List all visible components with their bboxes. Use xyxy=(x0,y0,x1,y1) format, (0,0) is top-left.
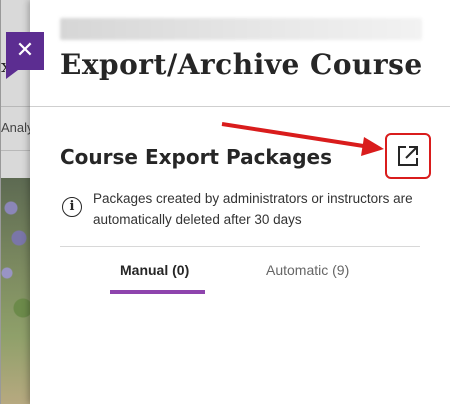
blurred-header-text xyxy=(60,18,422,40)
active-tab-indicator xyxy=(110,290,205,294)
info-icon: i xyxy=(62,197,82,217)
tab-automatic[interactable]: Automatic (9) xyxy=(266,262,349,278)
section-title: Course Export Packages xyxy=(60,145,333,169)
export-package-button[interactable] xyxy=(385,133,431,179)
export-archive-panel: Export/Archive Course Course Export Pack… xyxy=(30,0,450,404)
info-message: Packages created by administrators or in… xyxy=(93,191,413,227)
close-button[interactable]: ✕ xyxy=(6,32,44,79)
content-divider xyxy=(60,246,420,247)
page-title: Export/Archive Course xyxy=(60,48,423,81)
background-photo xyxy=(1,178,30,404)
tab-manual[interactable]: Manual (0) xyxy=(120,262,189,278)
external-link-icon xyxy=(398,146,418,166)
header-divider xyxy=(30,106,450,107)
background-divider xyxy=(1,106,30,107)
background-divider xyxy=(1,150,30,151)
background-nav-fragment: Analy xyxy=(1,120,30,135)
close-icon: ✕ xyxy=(15,38,35,63)
